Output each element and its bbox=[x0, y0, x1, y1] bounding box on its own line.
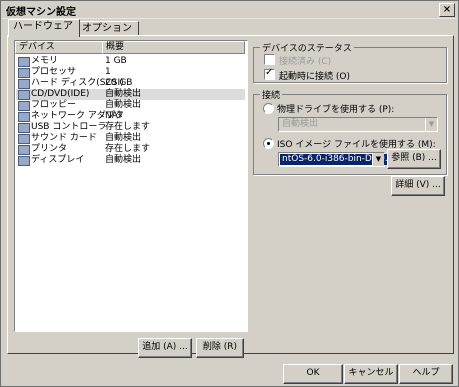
tab-content-panel: デバイス 概要 メモリ 1 GB プロセッサ 1 ハード ディスク(SCSI) … bbox=[7, 35, 454, 358]
device-row-processor[interactable]: プロセッサ 1 bbox=[16, 67, 245, 78]
window-title: 仮想マシン設定 bbox=[6, 7, 76, 18]
connected-label: 接続済み (C) bbox=[279, 57, 332, 67]
cancel-button[interactable]: キャンセル bbox=[344, 364, 398, 384]
printer-icon bbox=[18, 145, 30, 155]
device-summary: 自動検出 bbox=[105, 89, 142, 99]
device-name: CD/DVD(IDE) bbox=[31, 89, 90, 99]
connected-checkbox[interactable] bbox=[264, 54, 275, 65]
device-summary: 存在します bbox=[105, 122, 151, 132]
usb-icon bbox=[18, 123, 30, 133]
close-button[interactable]: × bbox=[439, 3, 455, 17]
device-row-cd-dvd[interactable]: CD/DVD(IDE) 自動検出 bbox=[16, 89, 245, 100]
device-status-group: デバイスのステータス 接続済み (C) 起動時に接続 (O) bbox=[253, 41, 447, 83]
floppy-icon bbox=[18, 101, 30, 111]
device-name: フロッピー bbox=[31, 100, 77, 110]
device-summary: 存在します bbox=[105, 144, 151, 154]
device-summary: 自動検出 bbox=[105, 100, 142, 110]
device-name: USB コントローラ bbox=[31, 122, 107, 132]
device-name: プリンタ bbox=[31, 144, 68, 154]
add-device-button[interactable]: 追加 (A) ... bbox=[138, 338, 192, 358]
connection-title: 接続 bbox=[260, 88, 283, 101]
iso-image-combobox[interactable]: ntOS-6.0-i386-bin-DVD.iso ▼ bbox=[278, 152, 403, 167]
iso-image-radio[interactable] bbox=[263, 138, 274, 149]
device-row-floppy[interactable]: フロッピー 自動検出 bbox=[16, 100, 245, 111]
network-adapter-icon bbox=[18, 112, 30, 122]
tab-options[interactable]: オプション bbox=[77, 21, 139, 36]
connect-at-power-on-checkbox[interactable] bbox=[264, 67, 275, 80]
display-icon bbox=[18, 156, 30, 166]
device-summary: 20 GB bbox=[105, 78, 133, 88]
remove-device-button[interactable]: 削除 (R) bbox=[196, 338, 244, 358]
device-summary: NAT bbox=[105, 111, 123, 121]
column-device[interactable]: デバイス bbox=[15, 41, 103, 54]
device-row-printer[interactable]: プリンタ 存在します bbox=[16, 144, 245, 155]
device-summary: 自動検出 bbox=[105, 155, 142, 165]
device-row-display[interactable]: ディスプレイ 自動検出 bbox=[16, 155, 245, 166]
device-name: ディスプレイ bbox=[31, 155, 85, 165]
ok-button[interactable]: OK bbox=[283, 364, 343, 384]
title-bar: 仮想マシン設定 × bbox=[2, 2, 457, 19]
connection-group: 接続 物理ドライブを使用する (P): 自動検出 ▼ ISO イメージ ファイル… bbox=[253, 88, 447, 175]
device-summary: 1 bbox=[105, 67, 111, 77]
help-button[interactable]: ヘルプ bbox=[399, 364, 453, 384]
device-status-title: デバイスのステータス bbox=[260, 41, 354, 54]
sound-card-icon bbox=[18, 134, 30, 144]
connect-at-power-on-label: 起動時に接続 (O) bbox=[279, 72, 350, 82]
device-row-usb-controller[interactable]: USB コントローラ 存在します bbox=[16, 122, 245, 133]
physical-drive-value: 自動検出 bbox=[282, 119, 319, 129]
device-row-sound-card[interactable]: サウンド カード 自動検出 bbox=[16, 133, 245, 144]
device-name: メモリ bbox=[31, 56, 59, 66]
physical-drive-radio[interactable] bbox=[263, 103, 274, 114]
column-summary[interactable]: 概要 bbox=[102, 41, 245, 54]
physical-drive-label: 物理ドライブを使用する (P): bbox=[277, 105, 395, 115]
processor-icon bbox=[18, 68, 30, 78]
chevron-down-icon: ▼ bbox=[425, 118, 437, 131]
device-row-hard-disk[interactable]: ハード ディスク(SCSI) 20 GB bbox=[16, 78, 245, 89]
tab-hardware[interactable]: ハードウェア bbox=[8, 19, 80, 37]
device-row-network-adapter[interactable]: ネットワーク アダプタ NAT bbox=[16, 111, 245, 122]
device-list[interactable]: デバイス 概要 メモリ 1 GB プロセッサ 1 ハード ディスク(SCSI) … bbox=[14, 40, 248, 332]
device-row-memory[interactable]: メモリ 1 GB bbox=[16, 56, 245, 67]
hard-disk-icon bbox=[18, 79, 30, 89]
advanced-button[interactable]: 詳細 (V) ... bbox=[391, 176, 445, 196]
chevron-down-icon: ▼ bbox=[372, 153, 384, 166]
vm-settings-window: 仮想マシン設定 × ハードウェア オプション デバイス 概要 メモリ 1 GB … bbox=[0, 0, 459, 387]
physical-drive-select[interactable]: 自動検出 ▼ bbox=[278, 117, 438, 132]
iso-image-value: ntOS-6.0-i386-bin-DVD.iso bbox=[280, 154, 403, 165]
device-list-header: デバイス 概要 bbox=[15, 41, 247, 54]
device-name: サウンド カード bbox=[31, 133, 97, 143]
device-summary: 1 GB bbox=[105, 56, 127, 66]
device-summary: 自動検出 bbox=[105, 133, 142, 143]
cd-dvd-icon bbox=[18, 90, 30, 100]
browse-button[interactable]: 参照 (B) ... bbox=[387, 149, 441, 169]
memory-icon bbox=[18, 57, 30, 67]
device-name: プロセッサ bbox=[31, 67, 77, 77]
